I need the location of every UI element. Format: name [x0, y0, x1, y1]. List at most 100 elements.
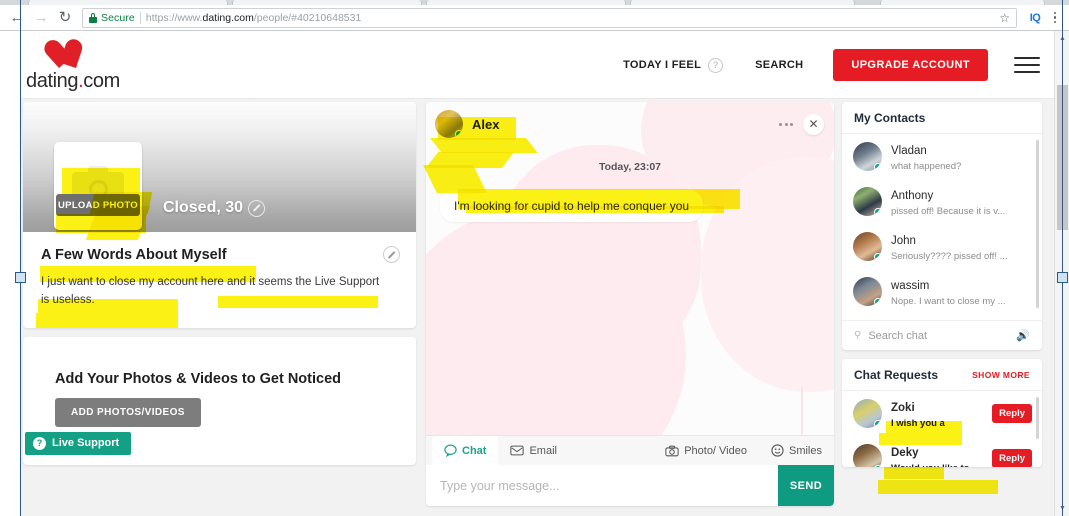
nav-today-i-feel[interactable]: TODAY I FEEL: [623, 59, 701, 71]
online-status-dot: [874, 208, 882, 216]
chat-bubble-icon: [444, 444, 457, 457]
upgrade-account-button[interactable]: UPGRADE ACCOUNT: [833, 49, 988, 81]
address-bar[interactable]: Secure https://www.dating.com/people/#40…: [82, 7, 1017, 28]
divider: [139, 11, 141, 24]
list-item[interactable]: wassim Nope. I want to close my ...: [842, 269, 1042, 314]
profile-name-age: Closed, 30: [163, 199, 266, 217]
three-dot-menu-icon[interactable]: [1047, 11, 1063, 24]
ellipsis-icon[interactable]: [779, 122, 793, 126]
chat-requests-title: Chat Requests: [854, 367, 939, 382]
annotation-handle[interactable]: [15, 272, 26, 283]
heart-logo-icon: [50, 39, 90, 73]
browser-toolbar: ← → ↻ Secure https://www.dating.com/peop…: [0, 5, 1069, 31]
avatar: [853, 232, 882, 261]
contacts-list[interactable]: Vladan what happened? Anthony pissed off…: [842, 134, 1042, 320]
upload-photo-button[interactable]: UPLOAD PHOTO: [56, 194, 140, 216]
tab-email-label: Email: [529, 444, 557, 457]
my-contacts-panel: My Contacts Vladan what happened? Anthon…: [842, 102, 1042, 350]
dating-com-logo[interactable]: dating.com: [26, 39, 146, 93]
contact-name: Vladan: [891, 145, 927, 157]
nav-search[interactable]: SEARCH: [755, 59, 803, 71]
tab-smiles[interactable]: Smiles: [759, 436, 834, 466]
avatar[interactable]: [435, 110, 463, 138]
annotation-frame-right: [1062, 0, 1063, 516]
list-item[interactable]: Zoki I wish you a Reply: [842, 391, 1042, 436]
smiley-icon: [771, 444, 784, 457]
contact-preview: Nope. I want to close my ...: [891, 296, 1006, 307]
upload-photo-tile[interactable]: UPLOAD PHOTO: [54, 142, 142, 230]
chat-composer: Chat Email Photo/ Video Smiles Type your…: [426, 435, 834, 506]
contact-name: Anthony: [891, 190, 934, 202]
contact-preview: what happened?: [891, 161, 962, 172]
annotation-handle[interactable]: [1057, 272, 1068, 283]
edit-pencil-icon[interactable]: [248, 199, 266, 217]
help-question-icon: ?: [33, 436, 46, 450]
message-input-row: SEND: [426, 465, 834, 506]
speaker-icon[interactable]: 🔊: [1016, 329, 1030, 342]
tab-chat-label: Chat: [462, 444, 487, 457]
tab-email[interactable]: Email: [498, 436, 569, 466]
site-header: dating.com TODAY I FEEL ? SEARCH UPGRADE…: [21, 31, 1062, 99]
online-status-dot: [874, 298, 882, 306]
logo-wordmark: dating.com: [26, 70, 120, 92]
reload-icon[interactable]: ↻: [54, 7, 76, 29]
request-name: Deky: [891, 447, 919, 459]
requests-scrollbar[interactable]: [1036, 397, 1039, 439]
tab-photo-video-label: Photo/ Video: [684, 444, 747, 457]
envelope-icon: [510, 445, 525, 456]
contact-preview: Seriously???? pissed off! ...: [891, 251, 1008, 262]
forward-arrow-icon[interactable]: →: [30, 7, 52, 29]
list-item[interactable]: Anthony pissed off! Because it is v...: [842, 179, 1042, 224]
online-status-dot: [874, 163, 882, 171]
about-me-block: A Few Words About Myself I just want to …: [23, 232, 416, 328]
requests-list[interactable]: Zoki I wish you a Reply Deky Would you l…: [842, 391, 1042, 467]
reply-button[interactable]: Reply: [992, 449, 1032, 467]
profile-hero: UPLOAD PHOTO Closed, 30: [23, 102, 416, 232]
list-item[interactable]: Vladan what happened?: [842, 134, 1042, 179]
profile-card: UPLOAD PHOTO Closed, 30 A Few Words Abou…: [23, 102, 416, 328]
list-item[interactable]: John Seriously???? pissed off! ...: [842, 224, 1042, 269]
chat-requests-panel: Chat Requests SHOW MORE Zoki I wish you …: [842, 359, 1042, 467]
security-indicator: Secure: [89, 12, 135, 24]
live-support-button[interactable]: ? Live Support: [25, 431, 132, 455]
back-arrow-icon[interactable]: ←: [6, 7, 28, 29]
composer-tabs: Chat Email Photo/ Video Smiles: [426, 435, 834, 466]
reply-button[interactable]: Reply: [992, 404, 1032, 423]
tab-photo-video[interactable]: Photo/ Video: [653, 436, 759, 466]
my-contacts-header: My Contacts: [842, 102, 1042, 134]
contacts-scrollbar[interactable]: [1036, 140, 1039, 308]
send-button[interactable]: SEND: [778, 465, 834, 506]
close-icon[interactable]: ✕: [803, 113, 824, 135]
contact-preview: pissed off! Because it is v...: [891, 206, 1006, 217]
message-input[interactable]: [426, 465, 778, 506]
page-content: UPLOAD PHOTO Closed, 30 A Few Words Abou…: [21, 99, 1062, 516]
show-more-link[interactable]: SHOW MORE: [972, 370, 1030, 380]
add-photos-videos-button[interactable]: ADD PHOTOS/VIDEOS: [55, 397, 201, 427]
search-chat-input[interactable]: Search chat: [868, 330, 1009, 342]
profile-column: UPLOAD PHOTO Closed, 30 A Few Words Abou…: [23, 102, 416, 465]
edit-about-pencil-icon[interactable]: [383, 246, 400, 263]
avatar: [853, 142, 882, 171]
avatar: [853, 399, 882, 428]
tab-chat[interactable]: Chat: [432, 435, 499, 466]
chat-panel: Alex ✕ Today, 23:07 I'm looking for cupi…: [426, 102, 834, 506]
contact-name: John: [891, 235, 916, 247]
hamburger-menu-icon[interactable]: [1014, 57, 1040, 73]
chat-requests-header: Chat Requests SHOW MORE: [842, 359, 1042, 391]
extension-iq-icon[interactable]: IQ: [1025, 8, 1045, 28]
web-page: dating.com TODAY I FEEL ? SEARCH UPGRADE…: [21, 31, 1062, 516]
browser-window: ← → ↻ Secure https://www.dating.com/peop…: [0, 0, 1069, 516]
search-chat-row[interactable]: ⚲ Search chat 🔊: [842, 320, 1042, 350]
chat-header-actions: ✕: [779, 113, 824, 135]
search-icon: ⚲: [854, 330, 862, 341]
right-sidebar: My Contacts Vladan what happened? Anthon…: [842, 102, 1042, 467]
profile-name-age-label: Closed, 30: [163, 199, 244, 216]
star-icon[interactable]: ☆: [999, 11, 1010, 25]
avatar: [853, 277, 882, 306]
question-mark-icon[interactable]: ?: [708, 57, 724, 73]
url-text: https://www.dating.com/people/#402106485…: [145, 11, 362, 24]
online-status-dot: [874, 465, 882, 467]
list-item-partial[interactable]: [842, 314, 1042, 320]
my-contacts-title: My Contacts: [854, 110, 926, 125]
list-item[interactable]: Deky Would you like to Reply: [842, 436, 1042, 467]
